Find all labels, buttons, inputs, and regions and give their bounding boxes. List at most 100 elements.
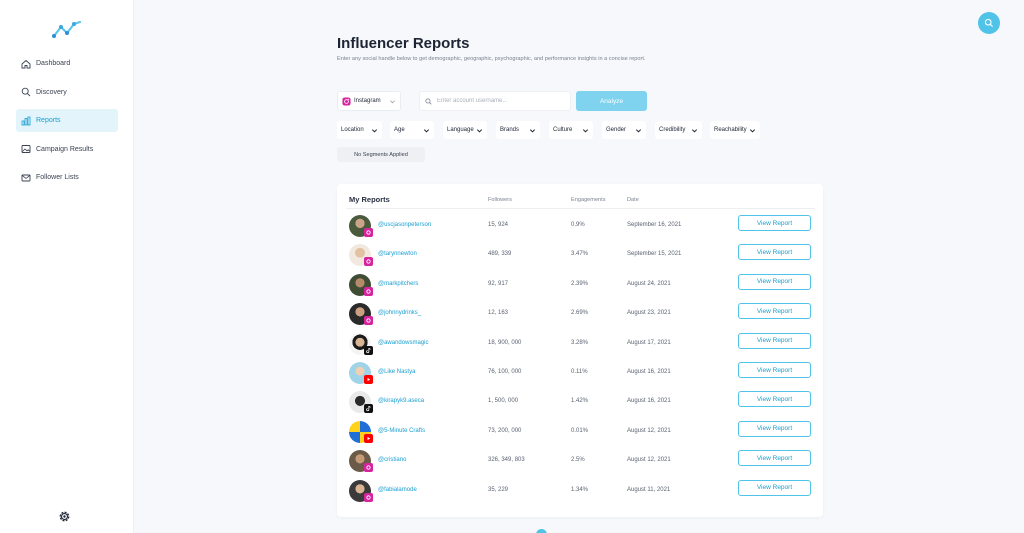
engagement-value: 2.39% [571, 280, 589, 287]
chevron-down-icon [749, 129, 756, 133]
table-row: @tarynnewton 489, 339 3.47% September 15… [337, 241, 823, 270]
global-search-button[interactable] [978, 12, 1000, 34]
instagram-icon [364, 492, 373, 502]
handle-link[interactable]: @Like Nastya [378, 369, 415, 375]
sidebar-item-label: Reports [36, 117, 61, 124]
filter-location[interactable]: Location [337, 121, 382, 139]
handle-link[interactable]: @tarynnewton [378, 251, 417, 257]
filter-brands[interactable]: Brands [496, 121, 540, 139]
youtube-icon [364, 375, 373, 384]
instagram-icon [364, 257, 373, 267]
sidebar-item-dashboard[interactable]: Dashboard [16, 52, 118, 75]
youtube-icon [364, 433, 373, 443]
view-report-button[interactable]: View Report [738, 215, 811, 231]
followers-value: 326, 349, 803 [488, 457, 525, 464]
filter-gender[interactable]: Gender [602, 121, 646, 139]
search-icon [984, 18, 993, 27]
filter-culture[interactable]: Culture [549, 121, 593, 139]
filter-reachability[interactable]: Reachability [710, 121, 760, 139]
username-search-input[interactable] [437, 98, 567, 104]
page-title: Influencer Reports [337, 35, 470, 52]
engagement-value: 1.42% [571, 398, 589, 405]
handle-link[interactable]: @markpitchers [378, 281, 418, 287]
view-report-button[interactable]: View Report [738, 362, 811, 378]
filter-language[interactable]: Language [443, 121, 487, 139]
handle-link[interactable]: @cristiano [378, 457, 406, 463]
filter-label: Gender [606, 127, 627, 133]
image-icon [21, 145, 31, 153]
filter-credibility[interactable]: Credibility [655, 121, 702, 139]
segments-chip[interactable]: No Segments Applied [337, 147, 425, 162]
followers-value: 12, 163 [488, 310, 509, 317]
sidebar-item-label: Campaign Results [36, 145, 94, 153]
filter-label: Credibility [659, 127, 686, 133]
engagement-value: 0.11% [571, 369, 588, 375]
instagram-icon [364, 463, 373, 473]
view-report-button[interactable]: View Report [738, 244, 811, 261]
table-row: @Like Nastya 76, 100, 000 0.11% August 1… [337, 359, 823, 388]
handle-link[interactable]: @kirapyk9.aseca [378, 398, 424, 404]
page-subtitle: Enter any social handle below to get dem… [337, 56, 646, 62]
view-report-button[interactable]: View Report [738, 450, 811, 467]
table-row: @johnnydrinks_ 12, 163 2.69% August 23, … [337, 300, 823, 329]
sidebar-item-label: Discovery [36, 88, 67, 96]
mail-icon [21, 174, 31, 181]
sidebar-item-label: Follower Lists [36, 174, 79, 181]
instagram-icon [364, 316, 373, 326]
instagram-icon [364, 228, 373, 237]
handle-link[interactable]: @awandowsmagic [378, 340, 428, 346]
handle-link[interactable]: @5-Minute Crafts [378, 428, 425, 434]
date-value: September 15, 2021 [627, 251, 682, 258]
sidebar: Dashboard Discovery Reports Campaign Res… [0, 0, 134, 533]
filter-label: Language [447, 127, 474, 133]
handle-link[interactable]: @johnnydrinks_ [378, 310, 421, 316]
date-value: August 16, 2021 [627, 398, 671, 405]
followers-value: 1, 500, 000 [488, 398, 519, 405]
engagement-value: 3.47% [571, 251, 589, 258]
table-row: @5-Minute Crafts 73, 200, 000 0.01% Augu… [337, 418, 823, 447]
date-value: August 12, 2021 [627, 457, 671, 464]
handle-link[interactable]: @fabialamode [378, 487, 417, 493]
platform-select[interactable]: Instagram [337, 91, 401, 111]
tiktok-icon [364, 404, 373, 414]
filter-label: Age [394, 127, 405, 133]
view-report-button[interactable]: View Report [738, 391, 811, 408]
table-row: @markpitchers 92, 917 2.39% August 24, 2… [337, 271, 823, 300]
date-value: September 16, 2021 [627, 222, 682, 228]
tiktok-icon [364, 345, 373, 355]
table-row: @uscjasonpeterson 15, 924 0.9% September… [337, 212, 823, 241]
gear-icon[interactable] [58, 510, 71, 523]
view-report-button[interactable]: View Report [738, 303, 811, 320]
view-report-button[interactable]: View Report [738, 332, 811, 349]
engagement-value: 2.69% [571, 310, 589, 317]
column-header-followers: Followers [488, 197, 512, 203]
sidebar-item-discovery[interactable]: Discovery [16, 81, 118, 104]
chevron-down-icon [476, 129, 483, 133]
bar-chart-icon [21, 116, 31, 125]
username-search-field [419, 91, 571, 111]
table-row: @fabialamode 35, 229 1.34% August 11, 20… [337, 477, 823, 506]
followers-value: 76, 100, 000 [488, 369, 522, 375]
sidebar-item-label: Dashboard [36, 60, 71, 67]
date-value: August 17, 2021 [627, 339, 671, 346]
view-report-button[interactable]: View Report [738, 479, 811, 496]
reports-title: My Reports [349, 195, 390, 204]
analyze-button[interactable]: Analyze [576, 91, 647, 111]
sidebar-item-campaign-results[interactable]: Campaign Results [16, 138, 118, 161]
filter-label: Location [341, 127, 364, 133]
header-divider [347, 208, 815, 209]
handle-link[interactable]: @uscjasonpeterson [378, 222, 431, 228]
pagination-current-page[interactable] [536, 529, 547, 533]
followers-value: 18, 900, 000 [488, 339, 522, 346]
sidebar-item-reports[interactable]: Reports [16, 109, 118, 132]
chevron-down-icon [691, 129, 698, 133]
view-report-button[interactable]: View Report [738, 420, 811, 437]
sidebar-item-follower-lists[interactable]: Follower Lists [16, 166, 118, 189]
logo-icon[interactable] [52, 20, 82, 40]
engagement-value: 0.01% [571, 427, 589, 434]
date-value: August 23, 2021 [627, 310, 671, 317]
filter-age[interactable]: Age [390, 121, 434, 139]
date-value: August 12, 2021 [627, 427, 671, 434]
column-header-engagements: Engagements [571, 197, 606, 203]
view-report-button[interactable]: View Report [738, 273, 811, 290]
